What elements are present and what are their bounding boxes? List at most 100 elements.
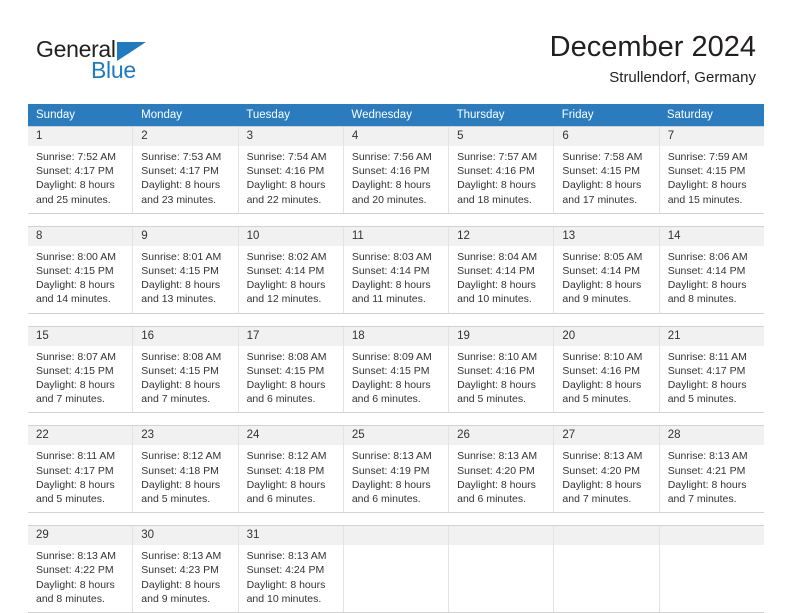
day-number: 21 [659,326,764,346]
sunrise-text: Sunrise: 7:56 AM [351,151,432,163]
page-header: General Blue December 2024 Strullendorf,… [0,0,792,100]
sunset-text: Sunset: 4:15 PM [667,165,746,178]
weekday-header-saturday: Saturday [666,109,713,121]
day-details: Sunrise: 8:05 AM Sunset: 4:14 PM Dayligh… [554,246,658,313]
day-number: 22 [28,426,133,446]
sunrise-text: Sunrise: 8:09 AM [351,350,432,363]
daylight-text-line1: Daylight: 8 hours [457,179,536,192]
day-cell[interactable]: 20 Sunrise: 8:10 AM Sunset: 4:16 PM Dayl… [554,326,660,413]
weekday-header-friday: Friday [561,109,594,121]
day-number: 24 [238,426,343,446]
day-cell[interactable]: 4 Sunrise: 7:56 AM Sunset: 4:16 PM Dayli… [343,127,450,213]
daylight-text-line1: Daylight: 8 hours [36,578,115,591]
day-number: 2 [133,127,238,146]
day-cell[interactable]: 15 Sunrise: 8:07 AM Sunset: 4:15 PM Dayl… [28,326,134,413]
day-cell[interactable]: 30 Sunrise: 8:13 AM Sunset: 4:23 PM Dayl… [133,526,239,613]
day-number: 9 [133,226,238,246]
day-cell[interactable]: 25 Sunrise: 8:13 AM Sunset: 4:19 PM Dayl… [343,426,450,513]
day-cell[interactable]: 3 Sunrise: 7:54 AM Sunset: 4:16 PM Dayli… [238,127,344,213]
day-number [659,526,764,546]
sunset-text: Sunset: 4:17 PM [36,464,114,477]
day-cell[interactable]: 1 Sunrise: 7:52 AM Sunset: 4:17 PM Dayli… [28,127,134,213]
day-number [554,526,659,546]
weekday-header-tuesday: Tuesday [246,109,290,121]
sunset-text: Sunset: 4:16 PM [562,364,641,377]
day-number: 10 [238,226,343,246]
daylight-text-line1: Daylight: 8 hours [562,379,642,392]
day-details: Sunrise: 8:06 AM Sunset: 4:14 PM Dayligh… [660,246,764,313]
day-number: 30 [133,526,238,546]
daylight-text-line2: and 7 minutes. [141,393,211,406]
day-cell[interactable]: 5 Sunrise: 7:57 AM Sunset: 4:16 PM Dayli… [449,127,555,213]
day-number: 11 [343,226,449,246]
sunset-text: Sunset: 4:16 PM [457,364,535,377]
sunrise-text: Sunrise: 8:03 AM [351,250,432,263]
day-cell-empty [449,526,555,613]
daylight-text-line1: Daylight: 8 hours [141,478,221,491]
day-details: Sunrise: 7:57 AM Sunset: 4:16 PM Dayligh… [449,146,553,213]
sunrise-text: Sunrise: 8:13 AM [667,450,748,463]
sunset-text: Sunset: 4:23 PM [141,564,219,577]
daylight-text-line1: Daylight: 8 hours [351,478,431,491]
day-cell[interactable]: 6 Sunrise: 7:58 AM Sunset: 4:15 PM Dayli… [554,127,660,213]
day-cell[interactable]: 23 Sunrise: 8:12 AM Sunset: 4:18 PM Dayl… [133,426,239,513]
day-number: 15 [28,326,133,346]
weekday-header-row: Sunday Monday Tuesday Wednesday Thursday… [28,104,764,126]
daylight-text-line1: Daylight: 8 hours [667,478,747,491]
day-details: Sunrise: 8:10 AM Sunset: 4:16 PM Dayligh… [449,346,553,413]
daylight-text-line2: and 17 minutes. [562,193,638,206]
day-cell-empty [659,526,764,612]
daylight-text-line2: and 22 minutes. [246,193,322,206]
day-cell[interactable]: 12 Sunrise: 8:04 AM Sunset: 4:14 PM Dayl… [449,226,555,313]
daylight-text-line2: and 6 minutes. [246,393,316,406]
day-details: Sunrise: 8:13 AM Sunset: 4:20 PM Dayligh… [554,445,658,512]
day-details: Sunrise: 8:02 AM Sunset: 4:14 PM Dayligh… [239,246,343,313]
day-cell[interactable]: 10 Sunrise: 8:02 AM Sunset: 4:14 PM Dayl… [238,226,344,313]
day-cell[interactable]: 2 Sunrise: 7:53 AM Sunset: 4:17 PM Dayli… [133,127,239,213]
day-details: Sunrise: 8:07 AM Sunset: 4:15 PM Dayligh… [28,346,132,413]
general-blue-logo[interactable]: General Blue [36,36,176,88]
sunrise-text: Sunrise: 7:52 AM [36,151,116,163]
sunrise-text: Sunrise: 7:54 AM [246,151,327,163]
sunrise-text: Sunrise: 7:57 AM [457,151,538,163]
sunrise-text: Sunrise: 8:12 AM [246,450,327,463]
daylight-text-line1: Daylight: 8 hours [562,179,642,192]
day-details: Sunrise: 8:11 AM Sunset: 4:17 PM Dayligh… [660,346,764,413]
day-cell[interactable]: 31 Sunrise: 8:13 AM Sunset: 4:24 PM Dayl… [238,526,344,613]
day-cell[interactable]: 13 Sunrise: 8:05 AM Sunset: 4:14 PM Dayl… [554,226,660,313]
day-cell[interactable]: 22 Sunrise: 8:11 AM Sunset: 4:17 PM Dayl… [28,426,134,513]
day-cell[interactable]: 21 Sunrise: 8:11 AM Sunset: 4:17 PM Dayl… [659,326,764,413]
day-cell[interactable]: 18 Sunrise: 8:09 AM Sunset: 4:15 PM Dayl… [343,326,450,413]
sunset-text: Sunset: 4:20 PM [457,464,535,477]
daylight-text-line2: and 10 minutes. [457,293,532,306]
day-cell[interactable]: 26 Sunrise: 8:13 AM Sunset: 4:20 PM Dayl… [449,426,555,513]
day-details: Sunrise: 8:08 AM Sunset: 4:15 PM Dayligh… [133,346,237,413]
daylight-text-line2: and 18 minutes. [457,193,532,206]
sunset-text: Sunset: 4:15 PM [141,364,219,377]
day-cell[interactable]: 24 Sunrise: 8:12 AM Sunset: 4:18 PM Dayl… [238,426,344,513]
sunrise-text: Sunrise: 8:11 AM [667,350,747,363]
day-cell[interactable]: 16 Sunrise: 8:08 AM Sunset: 4:15 PM Dayl… [133,326,239,413]
daylight-text-line1: Daylight: 8 hours [667,279,747,292]
sunset-text: Sunset: 4:19 PM [351,464,430,477]
daylight-text-line1: Daylight: 8 hours [141,578,221,591]
day-cell[interactable]: 29 Sunrise: 8:13 AM Sunset: 4:22 PM Dayl… [28,526,134,613]
day-cell[interactable]: 17 Sunrise: 8:08 AM Sunset: 4:15 PM Dayl… [238,326,344,413]
day-cell[interactable]: 28 Sunrise: 8:13 AM Sunset: 4:21 PM Dayl… [659,426,764,512]
day-cell[interactable]: 19 Sunrise: 8:10 AM Sunset: 4:16 PM Dayl… [449,326,555,413]
day-number: 25 [343,426,449,446]
day-details: Sunrise: 8:08 AM Sunset: 4:15 PM Dayligh… [239,346,343,413]
day-number: 28 [659,426,764,446]
day-cell[interactable]: 14 Sunrise: 8:06 AM Sunset: 4:14 PM Dayl… [659,226,764,313]
day-cell[interactable]: 7 Sunrise: 7:59 AM Sunset: 4:15 PM Dayli… [659,127,764,213]
day-details: Sunrise: 8:12 AM Sunset: 4:18 PM Dayligh… [239,445,343,512]
day-number: 6 [554,127,659,146]
day-cell[interactable]: 27 Sunrise: 8:13 AM Sunset: 4:20 PM Dayl… [554,426,660,513]
daylight-text-line2: and 5 minutes. [36,493,105,506]
page-subtitle: Strullendorf, Germany [609,69,756,86]
day-cell[interactable]: 9 Sunrise: 8:01 AM Sunset: 4:15 PM Dayli… [133,226,239,313]
day-cell[interactable]: 11 Sunrise: 8:03 AM Sunset: 4:14 PM Dayl… [343,226,450,313]
day-details: Sunrise: 8:00 AM Sunset: 4:15 PM Dayligh… [28,246,132,313]
day-cell[interactable]: 8 Sunrise: 8:00 AM Sunset: 4:15 PM Dayli… [28,226,134,313]
sunset-text: Sunset: 4:15 PM [36,265,114,278]
